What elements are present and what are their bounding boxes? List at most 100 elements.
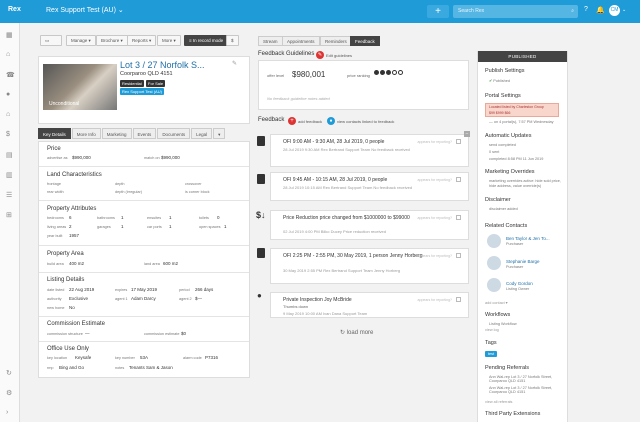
edit-icon[interactable]: ✎ bbox=[232, 60, 237, 67]
brand[interactable]: Rex bbox=[8, 6, 21, 13]
avatar[interactable] bbox=[487, 278, 501, 292]
reports-menu[interactable]: Reports ▾ bbox=[127, 35, 157, 46]
agent2-value[interactable]: $— bbox=[195, 296, 202, 301]
new-home-value[interactable]: No bbox=[69, 305, 75, 310]
refresh-icon[interactable]: ↻ bbox=[6, 369, 12, 377]
building-area-value[interactable]: 400 m2 bbox=[69, 261, 84, 266]
brochure-menu[interactable]: Brochure ▾ bbox=[96, 35, 128, 46]
add-contact-link[interactable]: add contact ▾ bbox=[485, 300, 508, 305]
grid-icon[interactable]: ⊞ bbox=[6, 211, 12, 219]
notification-icon[interactable]: 🔔 bbox=[596, 6, 605, 14]
contact-name[interactable]: Stephanie Barge bbox=[506, 259, 540, 264]
tab-documents[interactable]: Documents bbox=[157, 128, 191, 139]
feedback-card[interactable]: Price Reduction price changed from $1000… bbox=[270, 210, 469, 240]
carports-value[interactable]: 1 bbox=[169, 224, 172, 229]
alarm-value[interactable]: P7316 bbox=[205, 355, 218, 360]
referral-item[interactable]: Ann Wal-rep Lot 3 / 27 Norfolk Street, C… bbox=[489, 386, 563, 394]
tab-marketing[interactable]: Marketing bbox=[101, 128, 132, 139]
add-feedback-icon[interactable]: + bbox=[288, 117, 296, 125]
tag-badge[interactable]: test bbox=[485, 351, 498, 357]
date-listed-value[interactable]: 22 Aug 2019 bbox=[69, 287, 94, 292]
feedback-card[interactable]: Private Inspection Joy McBride Thumbs do… bbox=[270, 292, 469, 318]
authority-value[interactable]: Exclusive bbox=[69, 296, 88, 301]
feedback-card[interactable]: OFI 2:25 PM - 2:55 PM, 30 May 2019, 1 pe… bbox=[270, 248, 469, 284]
garages-value[interactable]: 1 bbox=[121, 224, 124, 229]
view-contacts-link[interactable]: view contacts linked to feedback bbox=[337, 119, 394, 124]
tab-more-info[interactable]: More Info bbox=[71, 128, 101, 139]
toilets-value[interactable]: 0 bbox=[217, 215, 220, 220]
feedback-card[interactable]: OFI 9:45 AM - 10:15 AM, 28 Jul 2019, 0 p… bbox=[270, 172, 469, 201]
dollar-button[interactable]: $ bbox=[226, 35, 239, 46]
commission-structure-value[interactable]: — bbox=[85, 331, 90, 336]
key-number-value[interactable]: 53A bbox=[140, 355, 148, 360]
tab-more[interactable]: ▾ bbox=[213, 128, 226, 139]
contact-name[interactable]: Cody Gordon bbox=[506, 281, 533, 286]
back-button[interactable]: ▭ bbox=[40, 35, 62, 46]
load-more-button[interactable]: ↻ load more bbox=[340, 329, 373, 336]
match-value[interactable]: $990,000 bbox=[161, 155, 180, 160]
properties-icon[interactable]: ⌂ bbox=[6, 111, 10, 118]
avatar[interactable] bbox=[487, 234, 501, 248]
rmp-value[interactable]: Bing and Go bbox=[59, 365, 84, 370]
bathrooms-value[interactable]: 1 bbox=[121, 215, 124, 220]
land-area-value[interactable]: 600 m2 bbox=[163, 261, 178, 266]
card-checkbox[interactable] bbox=[456, 215, 461, 220]
contacts-icon[interactable]: ☎ bbox=[6, 71, 15, 79]
contacts-icon[interactable]: ● bbox=[327, 117, 335, 125]
yearbuilt-value[interactable]: 1957 bbox=[69, 233, 79, 238]
agent2-label: agent 2 bbox=[179, 297, 192, 301]
photo-label: Unconditional bbox=[49, 101, 80, 107]
ensuites-value[interactable]: 1 bbox=[169, 215, 172, 220]
card-checkbox[interactable] bbox=[456, 253, 461, 258]
workflow-item[interactable]: Listing Workflow bbox=[489, 322, 517, 326]
card-checkbox[interactable] bbox=[456, 297, 461, 302]
edit-guidelines-icon[interactable]: ✎ bbox=[316, 51, 324, 59]
bedrooms-value[interactable]: 6 bbox=[69, 215, 72, 220]
report-icon[interactable]: ▤ bbox=[6, 151, 13, 159]
avatar-chevron-icon[interactable]: ⌄ bbox=[622, 7, 626, 13]
tasks-icon[interactable]: ☰ bbox=[6, 191, 12, 199]
living-value[interactable]: 2 bbox=[69, 224, 72, 229]
add-button[interactable]: + bbox=[427, 5, 449, 18]
tab-key-details[interactable]: Key Details bbox=[38, 128, 71, 139]
search-input[interactable]: Search Rex ⌕ bbox=[453, 5, 578, 18]
feedback-card[interactable]: OFI 9:00 AM - 9:30 AM, 28 Jul 2019, 0 pe… bbox=[270, 134, 469, 167]
notes-value[interactable]: Tenants Sam & Jason bbox=[129, 365, 173, 370]
listings-icon[interactable]: ⌂ bbox=[6, 51, 10, 58]
advertise-value[interactable]: $990,000 bbox=[72, 155, 91, 160]
add-feedback-link[interactable]: add feedback bbox=[298, 119, 322, 124]
referral-item[interactable]: Ann Wal-rep Lot 3 / 27 Norfolk Street, C… bbox=[489, 375, 563, 383]
tab-feedback[interactable]: Feedback bbox=[350, 36, 380, 46]
record-mode-button[interactable]: ≡ In record mode bbox=[184, 35, 229, 46]
edit-guidelines-link[interactable]: Edit guidelines bbox=[326, 53, 352, 58]
more-menu[interactable]: More ▾ bbox=[157, 35, 181, 46]
settings-icon[interactable]: ⚙ bbox=[6, 389, 12, 397]
openspaces-value[interactable]: 1 bbox=[224, 224, 227, 229]
key-location-value[interactable]: Keysafe bbox=[75, 355, 91, 360]
view-referrals-link[interactable]: view all referrals bbox=[485, 400, 512, 404]
agent1-value[interactable]: Adam Darcy bbox=[131, 296, 156, 301]
expires-value[interactable]: 17 May 2019 bbox=[131, 287, 157, 292]
tab-events[interactable]: Events bbox=[132, 128, 157, 139]
avatar[interactable]: CM bbox=[609, 5, 620, 16]
expand-icon[interactable]: › bbox=[6, 409, 8, 416]
workflow-log-link[interactable]: view log bbox=[485, 328, 499, 332]
tab-appointments[interactable]: Appointments bbox=[282, 36, 320, 46]
commission-estimate-value[interactable]: $0 bbox=[181, 331, 186, 336]
account-selector[interactable]: Rex Support Test (AU) ⌄ bbox=[46, 6, 124, 14]
avatar[interactable] bbox=[487, 256, 501, 270]
tab-stream[interactable]: Stream bbox=[258, 36, 283, 46]
tab-reminders[interactable]: Reminders bbox=[320, 36, 352, 46]
tab-legal[interactable]: Legal bbox=[191, 128, 213, 139]
card-checkbox[interactable] bbox=[456, 139, 461, 144]
card-checkbox[interactable] bbox=[456, 177, 461, 182]
listing-photo[interactable]: Unconditional bbox=[43, 64, 117, 110]
contact-name[interactable]: Ben Taylor & Jen To... bbox=[506, 236, 550, 241]
collapse-button[interactable]: − bbox=[464, 131, 470, 137]
money-icon[interactable]: $ bbox=[6, 131, 10, 138]
chart-icon[interactable]: ▥ bbox=[6, 171, 13, 179]
manage-menu[interactable]: Manage ▾ bbox=[66, 35, 96, 46]
people-icon[interactable]: ● bbox=[6, 91, 10, 98]
help-icon[interactable]: ? bbox=[584, 6, 588, 13]
calendar-icon[interactable]: ▦ bbox=[6, 31, 13, 39]
